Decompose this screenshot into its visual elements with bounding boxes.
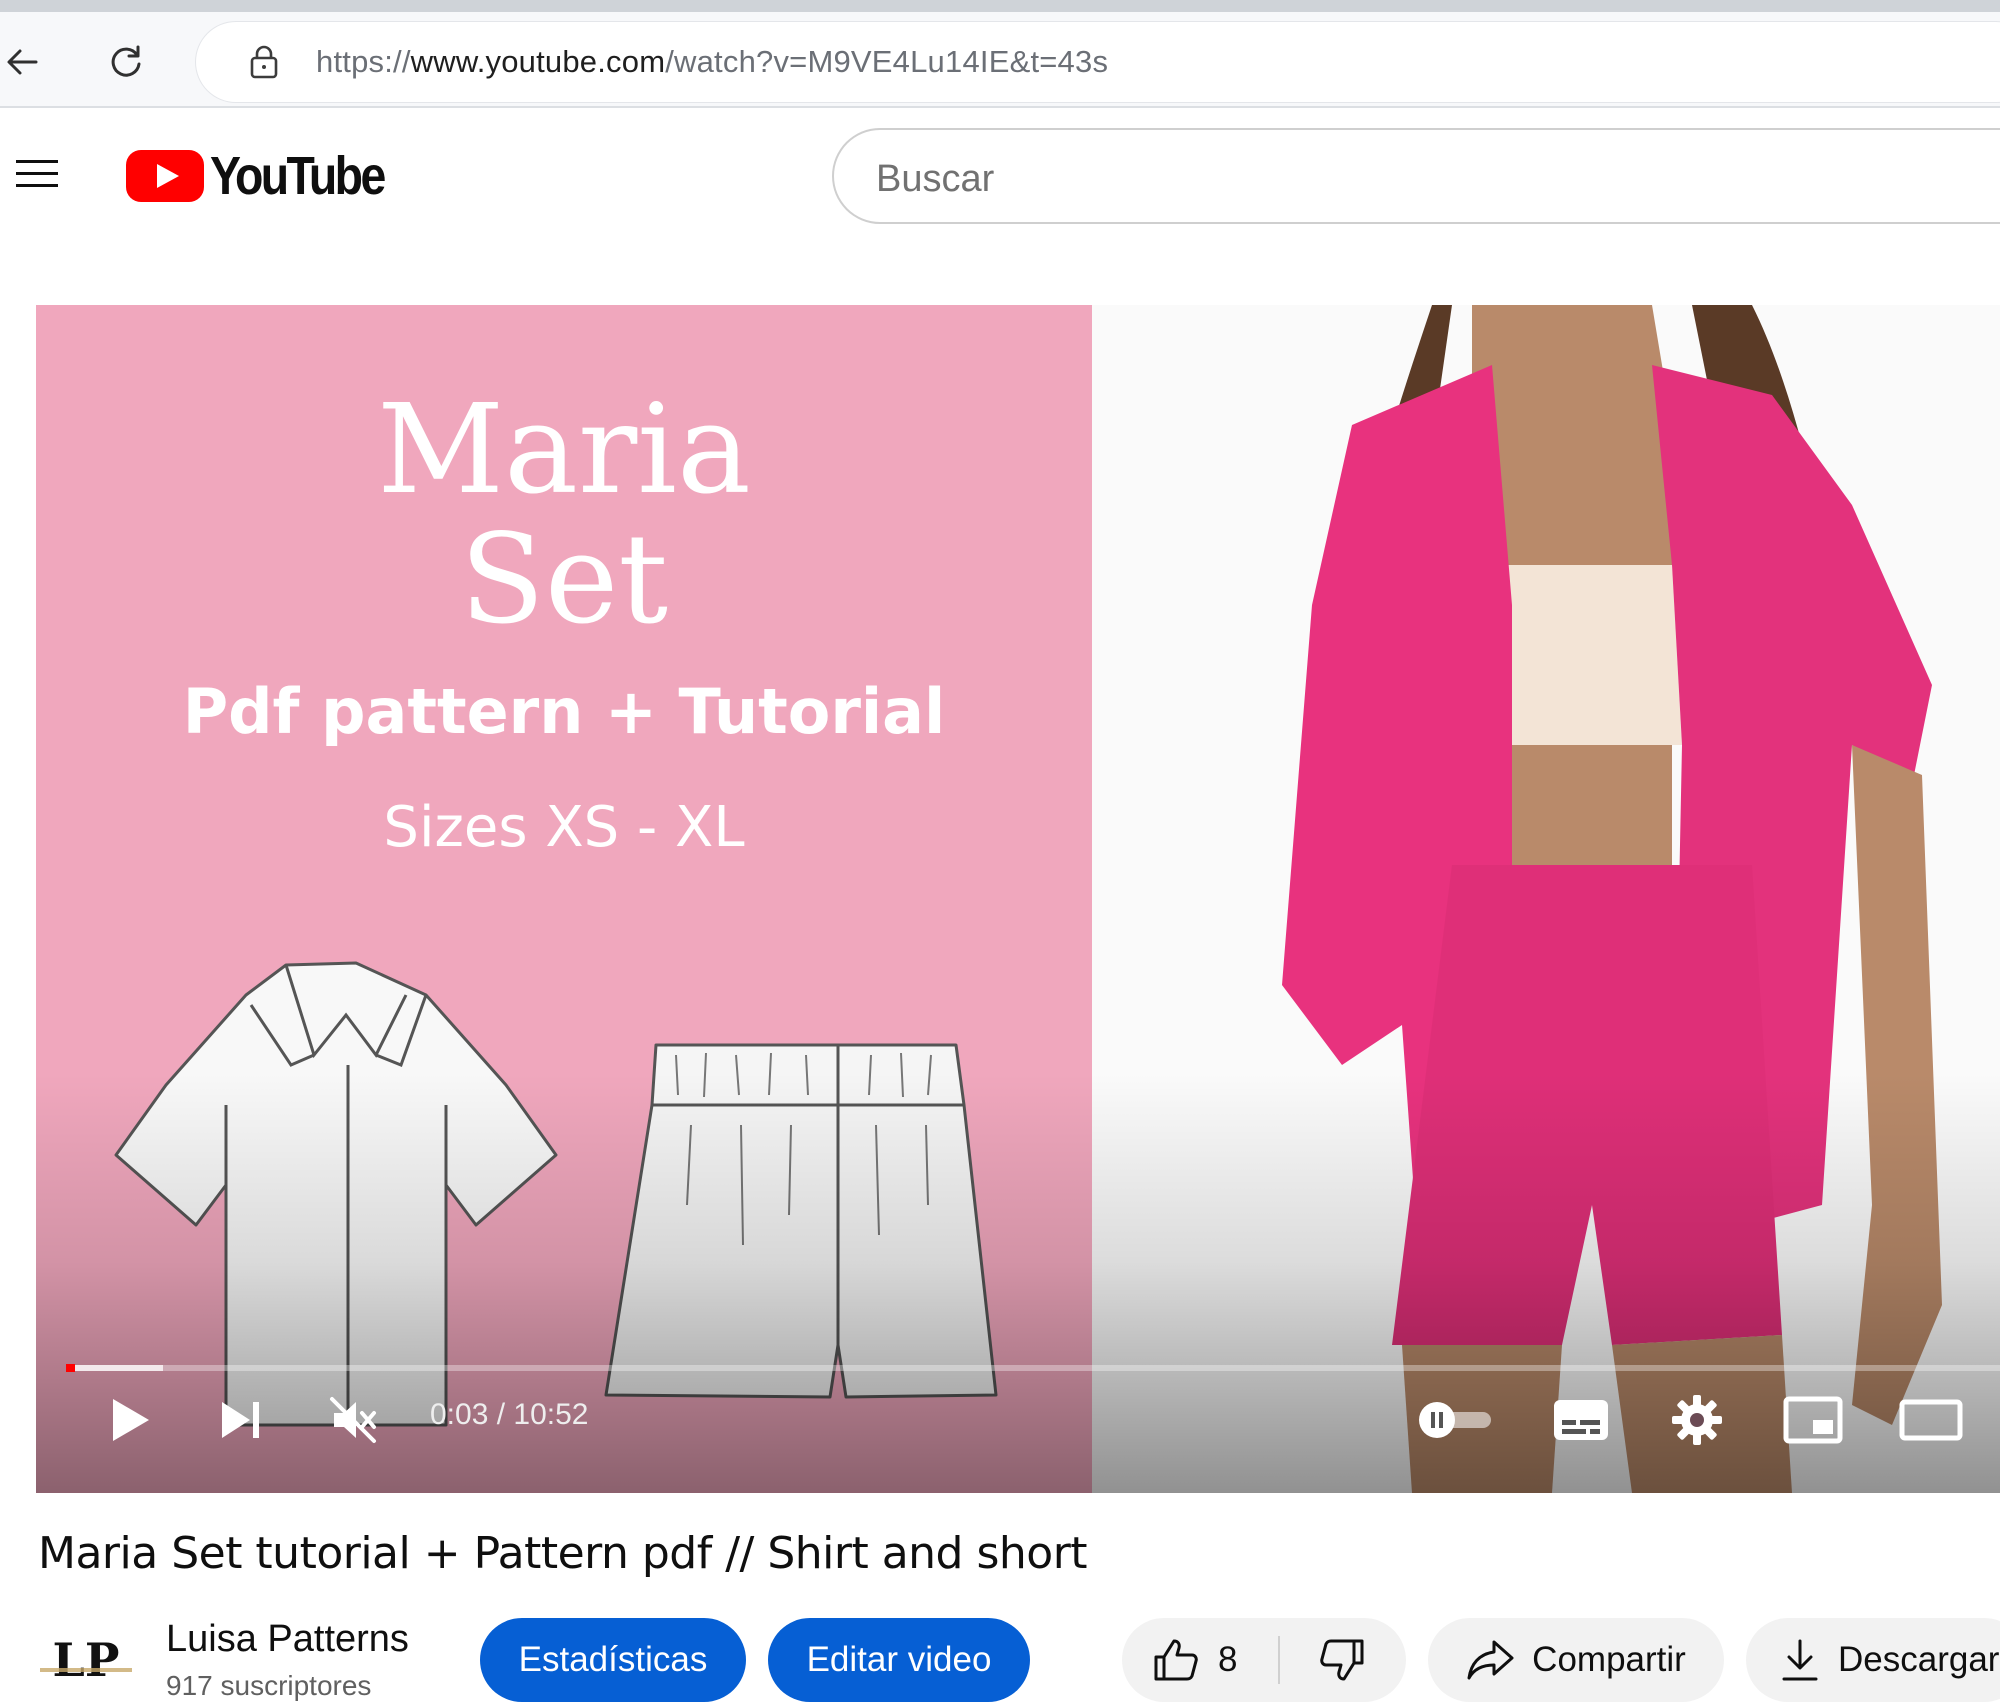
mute-button[interactable] — [318, 1385, 388, 1455]
share-label: Compartir — [1532, 1640, 1686, 1679]
reload-button[interactable] — [98, 34, 154, 90]
play-icon — [113, 1399, 149, 1441]
site-info-icon[interactable] — [246, 44, 282, 80]
thumbnail-title-line2: Set — [459, 508, 669, 652]
youtube-logo-text: YouTube — [210, 146, 386, 206]
dislike-button[interactable] — [1280, 1618, 1406, 1702]
share-icon — [1467, 1640, 1514, 1680]
search-input[interactable] — [874, 150, 1878, 208]
download-button[interactable]: Descargar — [1746, 1618, 2000, 1702]
browser-tab-strip — [0, 0, 2000, 12]
shorts-sketch-illustration — [604, 1043, 998, 1399]
url-host: www.youtube.com — [410, 44, 666, 79]
svg-text:LP: LP — [53, 1633, 120, 1687]
skip-next-icon — [222, 1402, 259, 1438]
edit-video-button[interactable]: Editar video — [768, 1618, 1030, 1702]
progress-bar[interactable] — [66, 1364, 2000, 1372]
url-scheme: https:// — [316, 44, 411, 79]
autoplay-toggle[interactable] — [1408, 1393, 1498, 1447]
youtube-play-logo-icon — [126, 150, 204, 202]
shirt-sketch-illustration — [114, 961, 558, 1427]
progress-buffered — [66, 1365, 163, 1371]
subtitles-icon — [1554, 1400, 1608, 1440]
menu-icon[interactable] — [14, 154, 62, 194]
stats-button[interactable]: Estadísticas — [480, 1618, 746, 1702]
volume-muted-icon — [330, 1397, 376, 1443]
share-button[interactable]: Compartir — [1428, 1618, 1724, 1702]
theater-mode-icon — [1899, 1399, 1963, 1441]
thumbs-up-icon — [1154, 1639, 1198, 1681]
thumbnail-sizes: Sizes XS - XL — [383, 795, 745, 860]
subtitles-button[interactable] — [1546, 1391, 1616, 1449]
subscriber-count: 917 suscriptores — [166, 1670, 372, 1701]
search-box[interactable] — [832, 128, 2000, 224]
miniplayer-icon — [1783, 1396, 1843, 1444]
download-icon — [1782, 1639, 1818, 1681]
theater-mode-button[interactable] — [1896, 1389, 1966, 1451]
browser-toolbar: https://www.youtube.com/watch?v=M9VE4Lu1… — [0, 12, 2000, 108]
next-button[interactable] — [206, 1385, 276, 1455]
thumbnail-pink-panel: Maria Set Pdf pattern + Tutorial Sizes X… — [36, 305, 1092, 1493]
video-title: Maria Set tutorial + Pattern pdf // Shir… — [38, 1528, 1088, 1579]
back-button[interactable] — [0, 34, 50, 90]
play-button[interactable] — [96, 1385, 166, 1455]
video-player[interactable]: Maria Set Pdf pattern + Tutorial Sizes X… — [36, 305, 2000, 1493]
like-button[interactable]: 8 — [1122, 1618, 1278, 1702]
channel-avatar[interactable]: LP — [36, 1630, 136, 1700]
gear-icon — [1672, 1395, 1722, 1445]
reload-icon — [111, 45, 141, 77]
url-text[interactable]: https://www.youtube.com/watch?v=M9VE4Lu1… — [316, 40, 1108, 84]
download-label: Descargar — [1838, 1640, 2000, 1679]
time-display: 0:03 / 10:52 — [430, 1398, 589, 1431]
url-path: /watch?v=M9VE4Lu14IE&t=43s — [665, 44, 1109, 79]
channel-name[interactable]: Luisa Patterns — [166, 1618, 409, 1661]
miniplayer-button[interactable] — [1778, 1389, 1848, 1451]
address-bar[interactable]: https://www.youtube.com/watch?v=M9VE4Lu1… — [196, 22, 2000, 102]
thumbnail-subtitle: Pdf pattern + Tutorial — [182, 675, 946, 748]
back-arrow-icon — [7, 49, 38, 75]
youtube-logo[interactable]: YouTube — [126, 146, 412, 206]
settings-button[interactable] — [1662, 1389, 1732, 1451]
youtube-masthead: YouTube — [0, 108, 2000, 246]
thumbs-down-icon — [1320, 1639, 1364, 1681]
model-photo — [1092, 305, 2000, 1493]
like-dislike-group: 8 — [1122, 1618, 1406, 1702]
thumbnail-title-line1: Maria — [377, 378, 751, 522]
progress-played — [66, 1364, 75, 1372]
like-count: 8 — [1218, 1640, 1238, 1679]
autoplay-pause-icon — [1419, 1402, 1491, 1438]
model-photo-panel — [1092, 305, 2000, 1493]
